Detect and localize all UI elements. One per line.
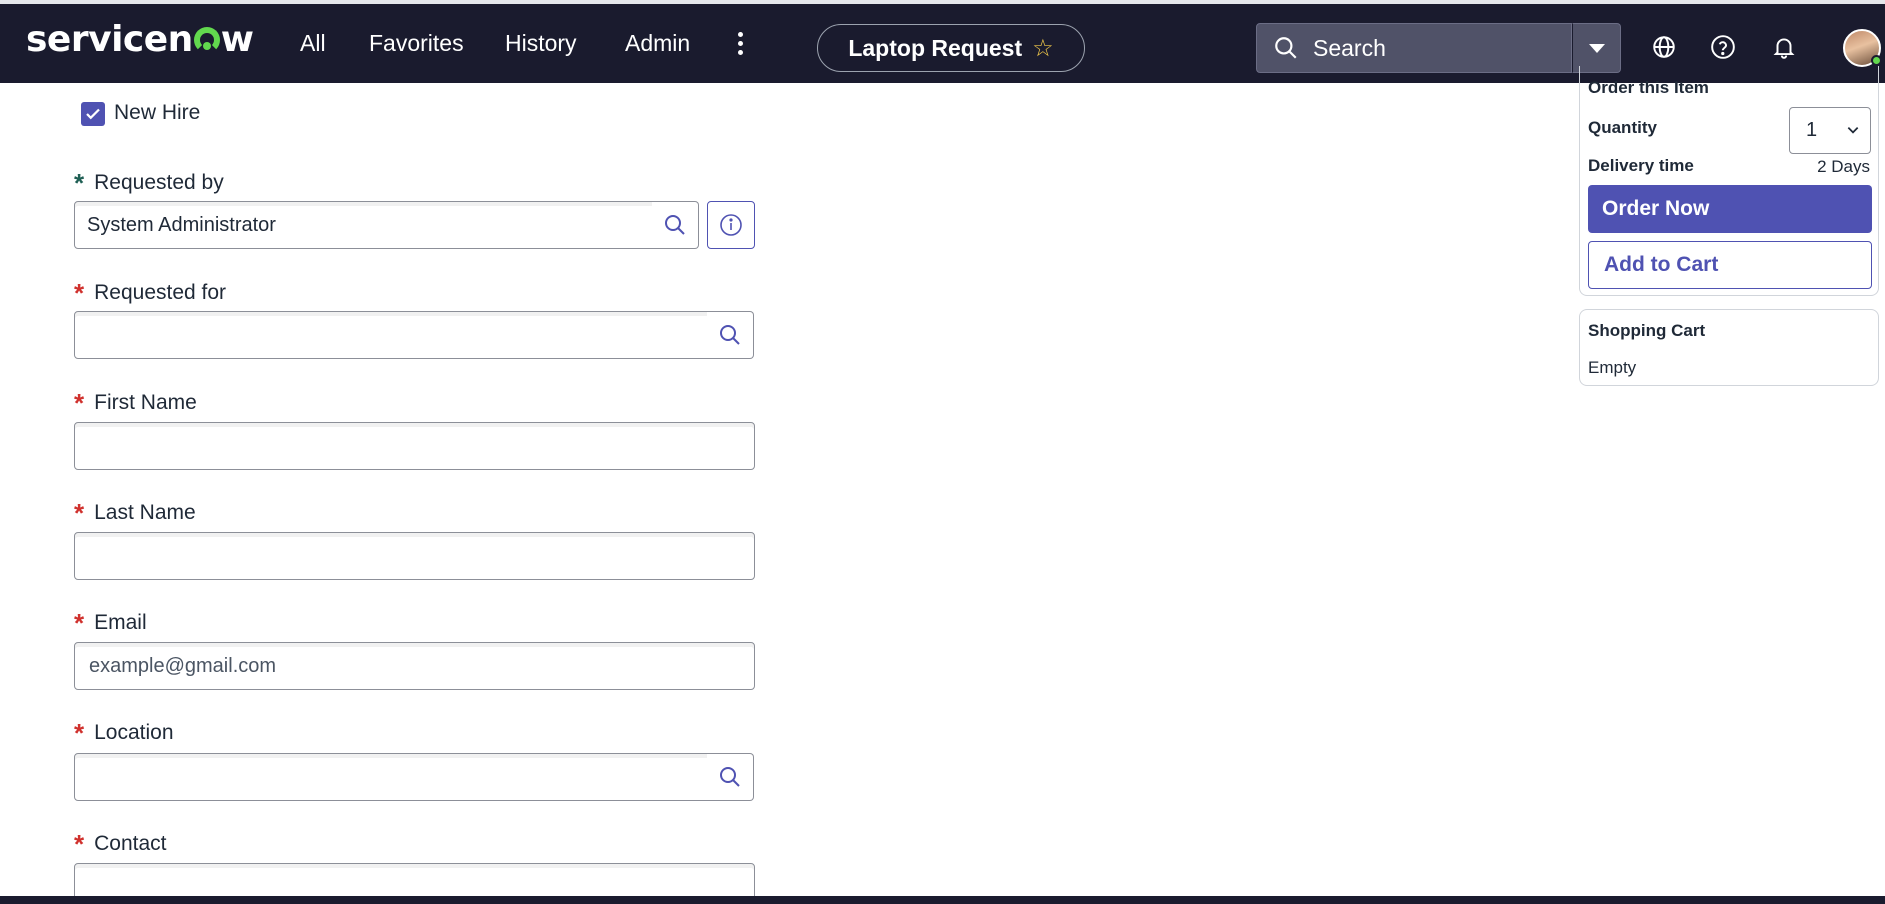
globe-icon[interactable] [1651,34,1677,60]
new-hire-checkbox[interactable] [81,102,105,126]
contact-label-text: Contact [94,832,167,855]
quantity-label: Quantity [1588,118,1657,137]
servicenow-logo[interactable]: servicen w [26,20,254,60]
nav-favorites[interactable]: Favorites [369,30,464,57]
last-name-label: * Last Name [74,498,196,528]
order-panel-header: Order this Item [1588,78,1709,97]
first-name-field[interactable] [74,422,755,470]
required-indicator: * [74,608,85,638]
last-name-field[interactable] [74,532,755,580]
location-lookup-button[interactable] [707,753,754,801]
requested-for-label-text: Requested for [94,281,227,304]
search-icon [720,767,740,787]
requested-by-field[interactable]: System Administrator [74,201,653,249]
taskbar-strip [0,896,1885,904]
search-icon [665,215,685,235]
required-indicator: * [74,278,85,308]
requested-by-label: * Requested by [74,168,224,198]
add-to-cart-button[interactable]: Add to Cart [1588,241,1872,289]
info-icon [720,214,742,236]
requested-for-lookup-button[interactable] [707,311,754,359]
shopping-cart-panel: Shopping Cart Empty [1579,309,1879,386]
nav-history[interactable]: History [505,30,577,57]
global-search-input[interactable]: Search [1256,23,1572,73]
bell-icon[interactable] [1771,34,1797,60]
caret-down-icon [1588,43,1605,53]
search-icon [1275,37,1297,59]
requested-for-field[interactable] [74,311,708,359]
page-title: Laptop Request [848,34,1023,61]
location-field[interactable] [74,753,708,801]
email-field[interactable]: example@gmail.com [74,642,755,690]
search-placeholder: Search [1313,34,1386,61]
user-avatar[interactable] [1843,29,1882,67]
check-icon [86,108,100,120]
new-hire-label: New Hire [114,101,201,124]
search-icon [720,325,740,345]
requested-by-lookup-button[interactable] [652,201,699,249]
first-name-label: * First Name [74,388,197,418]
contact-label: * Contact [74,829,167,859]
kebab-vertical-icon[interactable] [733,32,747,58]
shopping-cart-status: Empty [1588,358,1637,377]
last-name-label-text: Last Name [94,501,196,524]
requested-by-label-text: Requested by [94,171,224,194]
location-label: * Location [74,718,174,748]
nav-all[interactable]: All [300,30,326,57]
star-icon[interactable]: ☆ [1032,34,1054,63]
requested-for-label: * Requested for [74,278,227,308]
delivery-time-value: 2 Days [1817,157,1870,176]
email-label-text: Email [94,611,147,634]
nav-admin[interactable]: Admin [625,30,690,57]
location-label-text: Location [94,721,174,744]
order-panel: Order this Item Quantity 1 Delivery time… [1579,66,1879,296]
required-indicator: * [74,388,85,418]
email-label: * Email [74,608,147,638]
chevron-down-icon [1847,127,1859,134]
required-indicator: * [74,718,85,748]
shopping-cart-header: Shopping Cart [1588,321,1706,340]
page-title-pill[interactable]: Laptop Request ☆ [817,24,1085,72]
order-now-button[interactable]: Order Now [1588,185,1872,233]
required-indicator: * [74,168,85,198]
quantity-select[interactable]: 1 [1789,107,1871,154]
delivery-time-label: Delivery time [1588,156,1694,175]
required-indicator: * [74,498,85,528]
required-indicator: * [74,829,85,859]
help-icon[interactable] [1710,34,1736,60]
online-status-dot [1871,55,1882,66]
quantity-value: 1 [1806,119,1818,141]
requested-by-info-button[interactable] [707,201,755,249]
first-name-label-text: First Name [94,391,197,414]
